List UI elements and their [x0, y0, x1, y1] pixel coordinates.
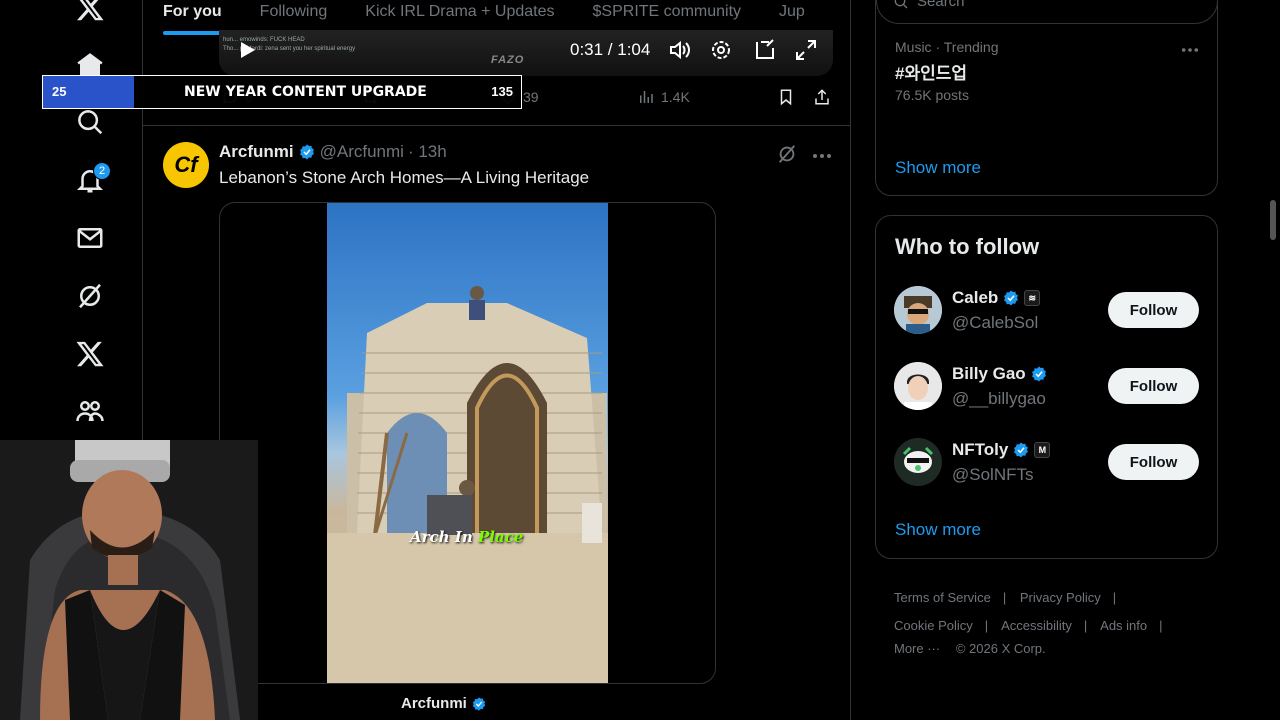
show-more-follow-link[interactable]: Show more	[895, 520, 981, 540]
footer-links: Terms of Service | Privacy Policy | Cookie…	[894, 584, 1224, 658]
copyright: © 2026 X Corp.	[955, 641, 1046, 656]
grok-icon[interactable]	[70, 276, 110, 316]
video-frame: Arch In Place	[327, 203, 608, 683]
who-to-follow-card: Who to follow Caleb ≋ @CalebSol Follow B…	[875, 215, 1218, 559]
x-logo-icon[interactable]	[70, 0, 110, 28]
goal-title: NEW YEAR CONTENT UPGRADE	[184, 84, 427, 100]
video-time: 0:31 / 1:04	[570, 40, 651, 59]
trends-card: Music · Trending #와인드업 76.5K posts Show …	[875, 0, 1218, 196]
stream-goal-overlay: 25 NEW YEAR CONTENT UPGRADE 135	[42, 75, 522, 109]
quoted-name-text: Arcfunmi	[401, 695, 467, 712]
follow-suggestion[interactable]: Caleb ≋ @CalebSol Follow	[876, 286, 1217, 346]
separator: |	[1002, 590, 1007, 605]
suggestion-name-text: Caleb	[952, 288, 999, 307]
avatar[interactable]	[894, 286, 942, 334]
author-name[interactable]: Arcfunmi	[219, 142, 294, 162]
separator: |	[1083, 618, 1088, 633]
premium-x-icon[interactable]	[70, 334, 110, 374]
fullscreen-icon[interactable]	[794, 38, 818, 62]
tweet-header: Arcfunmi @Arcfunmi · 13h	[219, 142, 447, 162]
caption-highlight: Place	[477, 528, 524, 546]
share-icon[interactable]	[813, 88, 831, 106]
tab-jup[interactable]: Jup	[779, 3, 805, 21]
tab-following[interactable]: Following	[260, 3, 328, 21]
suggestion-handle: @SolNFTs	[952, 465, 1034, 484]
author-handle[interactable]: @Arcfunmi	[320, 142, 404, 162]
timeline-tabs: For you Following Kick IRL Drama + Updat…	[143, 0, 850, 35]
verified-badge-icon	[299, 144, 314, 160]
trend-name: #와인드업	[895, 64, 968, 83]
follow-button[interactable]: Follow	[1108, 292, 1199, 328]
trend-post-count: 76.5K posts	[895, 87, 969, 103]
suggestion-handle: @__billygao	[952, 389, 1046, 408]
separator: |	[1112, 590, 1117, 605]
ads-info-link[interactable]: Ads info	[1100, 618, 1147, 633]
affiliate-badge-icon: ≋	[1024, 290, 1041, 306]
tweet-text: Lebanon’s Stone Arch Homes—A Living Heri…	[219, 168, 590, 187]
verified-badge-icon	[1014, 442, 1029, 458]
video-player[interactable]: hun... emowinds: FUCK HEAD Tho... pdMard…	[219, 30, 833, 76]
show-more-trends-link[interactable]: Show more	[895, 158, 981, 178]
follow-button[interactable]: Follow	[1108, 444, 1199, 480]
suggestion-name-text: Billy Gao	[952, 364, 1026, 383]
separator: |	[984, 618, 989, 633]
more-options-icon[interactable]	[1181, 41, 1199, 59]
communities-icon[interactable]	[70, 391, 110, 431]
like-count: 39	[523, 89, 539, 105]
page-scrollbar[interactable]	[1270, 200, 1276, 240]
tab-kick-irl[interactable]: Kick IRL Drama + Updates	[365, 3, 554, 21]
affiliate-badge-icon: M	[1034, 442, 1051, 458]
right-sidebar: Search Music · Trending #와인드업 76.5K post…	[852, 0, 1280, 720]
play-button[interactable]	[237, 40, 257, 65]
privacy-link[interactable]: Privacy Policy	[1020, 590, 1101, 605]
cookie-link[interactable]: Cookie Policy	[894, 618, 973, 633]
streamer-webcam	[0, 440, 258, 720]
settings-gear-icon[interactable]	[709, 38, 733, 62]
volume-icon[interactable]	[667, 38, 691, 62]
avatar[interactable]	[894, 362, 942, 410]
avatar[interactable]	[894, 438, 942, 486]
view-count: 1.4K	[661, 89, 690, 105]
suggestion-name: NFToly M	[952, 440, 1051, 460]
suggestion-name: Caleb ≋	[952, 288, 1041, 308]
more-link[interactable]: More ···	[894, 641, 940, 656]
caption-text: Arch In	[410, 528, 478, 546]
follow-button[interactable]: Follow	[1108, 368, 1199, 404]
separator: |	[1159, 618, 1163, 633]
tab-for-you[interactable]: For you	[163, 3, 222, 35]
verified-badge-icon	[1031, 366, 1046, 382]
divider	[143, 125, 850, 126]
suggestion-name-text: NFToly	[952, 440, 1009, 459]
trend-category: Music · Trending	[895, 39, 999, 55]
trend-item[interactable]: Music · Trending #와인드업 76.5K posts	[876, 37, 1217, 137]
views-button[interactable]: 1.4K	[637, 88, 690, 106]
stone-arch-image	[327, 286, 608, 683]
streamer-image	[0, 440, 258, 720]
bookmark-icon[interactable]	[777, 88, 795, 106]
who-to-follow-title: Who to follow	[895, 234, 1040, 259]
grok-explain-icon[interactable]	[776, 143, 798, 170]
tweet-video[interactable]: Arch In Place	[219, 202, 716, 684]
suggestion-handle: @CalebSol	[952, 313, 1039, 332]
quoted-author-name[interactable]: Arcfunmi	[401, 695, 487, 712]
goal-current: 25	[52, 84, 67, 99]
more-options-icon[interactable]	[812, 148, 832, 166]
verified-badge-icon	[472, 696, 486, 711]
notification-count-badge: 2	[93, 162, 111, 180]
terms-link[interactable]: Terms of Service	[894, 590, 991, 605]
messages-mail-icon[interactable]	[70, 218, 110, 258]
avatar[interactable]: Cf	[163, 142, 209, 188]
verified-badge-icon	[1004, 290, 1019, 306]
tweet-time[interactable]: · 13h	[408, 142, 447, 162]
suggestion-name: Billy Gao	[952, 364, 1048, 384]
follow-suggestion[interactable]: NFToly M @SolNFTs Follow	[876, 438, 1217, 498]
video-caption: Arch In Place	[410, 528, 523, 546]
video-watermark: FAZO	[491, 54, 525, 66]
tab-sprite-community[interactable]: $SPRITE community	[593, 3, 741, 21]
goal-target: 135	[491, 84, 513, 99]
pip-icon[interactable]	[753, 38, 777, 62]
follow-suggestion[interactable]: Billy Gao @__billygao Follow	[876, 362, 1217, 422]
accessibility-link[interactable]: Accessibility	[1001, 618, 1072, 633]
